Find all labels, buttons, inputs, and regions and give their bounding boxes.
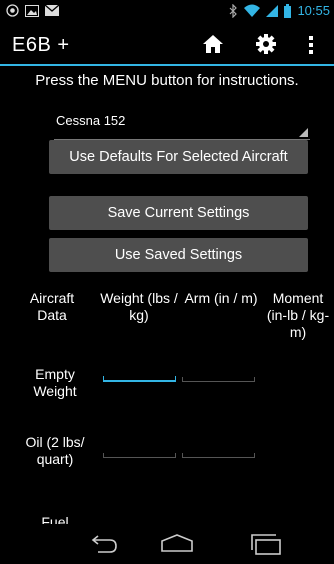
wifi-icon bbox=[244, 4, 261, 17]
oil-weight-input[interactable] bbox=[103, 434, 176, 458]
row-label-oil: Oil (2 lbs/ quart) bbox=[25, 434, 85, 467]
action-bar: E6B + bbox=[0, 25, 334, 66]
aircraft-spinner-value: Cessna 152 bbox=[56, 113, 126, 128]
header-arm: Arm (in / m) bbox=[184, 290, 258, 306]
status-bar: 10:55 bbox=[0, 0, 334, 25]
mail-icon bbox=[45, 5, 59, 16]
oil-arm-input[interactable] bbox=[182, 434, 255, 458]
save-settings-button[interactable]: Save Current Settings bbox=[49, 196, 308, 230]
aircraft-spinner[interactable]: Cessna 152 bbox=[54, 110, 310, 140]
clock: 10:55 bbox=[297, 3, 330, 18]
navigation-bar bbox=[0, 524, 334, 564]
header-aircraft-data: Aircraft Data bbox=[29, 290, 75, 323]
weight-balance-screen: Press the MENU button for instructions. … bbox=[0, 68, 334, 524]
use-saved-settings-button[interactable]: Use Saved Settings bbox=[49, 238, 308, 272]
home-nav-icon[interactable] bbox=[160, 533, 194, 553]
back-icon[interactable] bbox=[88, 534, 120, 554]
cell-signal-icon bbox=[266, 4, 279, 17]
home-icon[interactable] bbox=[202, 33, 224, 55]
battery-icon bbox=[284, 3, 292, 18]
bluetooth-icon bbox=[230, 3, 238, 18]
row-label-empty-weight: Empty Weight bbox=[33, 366, 77, 399]
header-moment: Moment (in-lb / kg-m) bbox=[266, 290, 330, 340]
dropdown-caret-icon bbox=[299, 128, 308, 137]
gallery-icon bbox=[25, 4, 39, 17]
recent-apps-icon[interactable] bbox=[250, 532, 284, 556]
app-title: E6B + bbox=[12, 34, 70, 56]
row-label-fuel: Fuel bbox=[41, 514, 69, 524]
gear-icon[interactable] bbox=[255, 33, 277, 55]
overflow-menu-icon[interactable] bbox=[305, 34, 317, 56]
use-defaults-button[interactable]: Use Defaults For Selected Aircraft bbox=[49, 140, 308, 174]
instructions-text: Press the MENU button for instructions. bbox=[35, 72, 299, 89]
location-icon bbox=[6, 4, 19, 17]
header-weight: Weight (lbs / kg) bbox=[100, 290, 178, 323]
empty-weight-weight-input[interactable] bbox=[103, 358, 176, 382]
empty-weight-arm-input[interactable] bbox=[182, 358, 255, 382]
